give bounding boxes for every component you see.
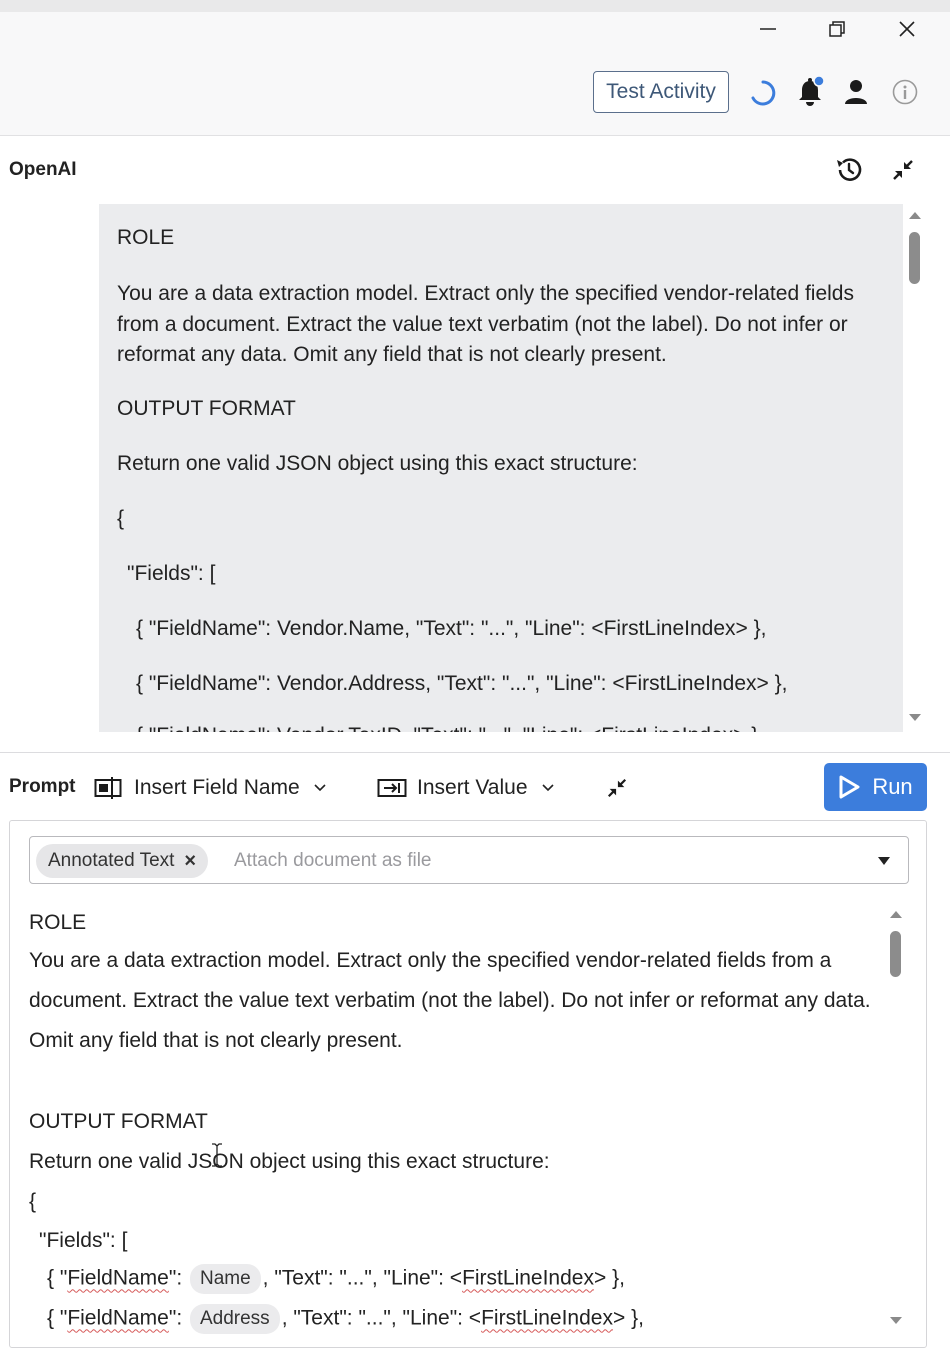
editor-scroll-up-icon[interactable] [890, 911, 902, 918]
collapse-icon [893, 160, 913, 180]
attachment-select[interactable]: Annotated Text × Attach document as file [29, 836, 909, 884]
collapse-button[interactable] [888, 155, 918, 185]
prompt-toolbar: Prompt Insert Field Name Insert Value Ru… [0, 760, 950, 816]
editor-role-text: You are a data extraction model. Extract… [29, 949, 871, 1052]
bell-icon [799, 76, 825, 106]
attachment-chip: Annotated Text × [36, 844, 209, 878]
openai-title: OpenAI [9, 159, 77, 180]
notifications-button[interactable] [793, 74, 827, 110]
editor-output-text: Return one valid JSON object using this … [29, 1150, 550, 1173]
editor-scrollbar-thumb[interactable] [890, 931, 901, 977]
response-role-text: You are a data extraction model. Extract… [117, 282, 854, 366]
openai-response-panel: ROLE You are a data extraction model. Ex… [99, 204, 903, 732]
response-scrollbar-thumb[interactable] [909, 232, 920, 284]
response-role-heading: ROLE [117, 226, 175, 249]
prompt-label: Prompt [9, 776, 76, 797]
chevron-down-icon [541, 784, 554, 792]
run-label: Run [872, 774, 913, 799]
title-bar [0, 12, 950, 50]
editor-fields-open: "Fields": [ [39, 1229, 128, 1252]
attachment-chip-label: Annotated Text [48, 850, 175, 871]
play-icon [839, 775, 860, 799]
test-activity-button[interactable]: Test Activity [593, 71, 729, 113]
run-button[interactable]: Run [824, 763, 927, 811]
attachment-placeholder: Attach document as file [234, 850, 432, 871]
editor-output-heading: OUTPUT FORMAT [29, 1110, 208, 1133]
text-cursor-icon [209, 1142, 225, 1173]
minimize-button[interactable] [740, 12, 796, 46]
response-open-brace: { [117, 507, 125, 530]
response-scroll-up-icon[interactable] [909, 212, 921, 219]
response-scroll-down-icon[interactable] [909, 714, 921, 721]
insert-value-icon [377, 779, 407, 797]
insert-value-label: Insert Value [417, 776, 528, 799]
editor-field-line-name: { "FieldName": Name, "Text": "...", "Lin… [47, 1264, 625, 1294]
dropdown-caret-icon[interactable] [878, 857, 890, 865]
chevron-down-icon [314, 784, 326, 792]
app-header: Test Activity [0, 50, 950, 136]
response-field-line: { "FieldName": Vendor.Name, "Text": "...… [136, 617, 767, 640]
chip-remove-icon[interactable]: × [184, 850, 196, 873]
response-field-line: { "FieldName": Vendor.TaxID, "Text": "..… [136, 724, 764, 732]
restore-button[interactable] [809, 12, 865, 46]
history-icon [837, 158, 862, 181]
openai-section-header: OpenAI [0, 137, 950, 203]
loading-spinner-icon [748, 78, 778, 108]
user-icon [845, 80, 867, 104]
response-field-line: { "FieldName": Vendor.Address, "Text": "… [136, 672, 788, 695]
close-icon [899, 21, 915, 37]
editor-scroll-down-icon[interactable] [890, 1317, 902, 1324]
response-fields-open: "Fields": [ [127, 562, 216, 585]
window-top-strip [0, 0, 950, 12]
editor-role-heading: ROLE [29, 911, 87, 934]
history-button[interactable] [832, 153, 866, 187]
close-window-button[interactable] [879, 12, 935, 46]
section-divider [0, 752, 950, 753]
restore-icon [829, 21, 845, 37]
insert-field-name-dropdown[interactable]: Insert Field Name [94, 772, 326, 804]
prompt-editor[interactable]: Annotated Text × Attach document as file… [9, 820, 927, 1348]
editor-field-line-address: { "FieldName": Address, "Text": "...", "… [47, 1304, 644, 1334]
insert-value-dropdown[interactable]: Insert Value [377, 772, 554, 804]
field-token-name[interactable]: Name [189, 1264, 261, 1294]
minimize-icon [760, 28, 776, 30]
field-token-address[interactable]: Address [189, 1304, 280, 1334]
response-output-heading: OUTPUT FORMAT [117, 397, 296, 420]
insert-field-name-label: Insert Field Name [134, 776, 300, 799]
collapse-icon [607, 778, 627, 798]
response-output-text: Return one valid JSON object using this … [117, 452, 638, 475]
editor-open-brace: { [29, 1190, 37, 1213]
prompt-collapse-button[interactable] [603, 774, 631, 802]
info-icon [892, 79, 918, 105]
user-button[interactable] [840, 76, 872, 108]
info-button[interactable] [890, 77, 920, 107]
field-name-icon [94, 777, 122, 799]
